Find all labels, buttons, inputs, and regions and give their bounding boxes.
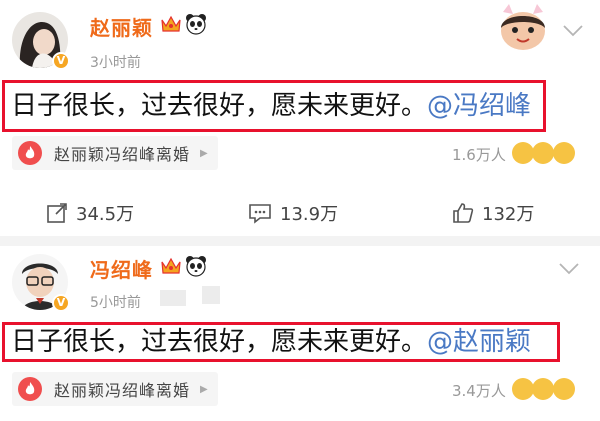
chevron-down-icon[interactable] [558, 262, 580, 276]
blurred-source [202, 286, 220, 304]
post-fengshaofeng: V 冯绍峰 5小时前 日子很长，过去很好，愿未来更好。@赵丽颖 赵丽颖冯绍峰离婚… [0, 246, 600, 421]
blurred-source [160, 290, 186, 306]
reaction-count: 1.6万人 [452, 146, 506, 164]
reaction-count: 3.4万人 [452, 382, 506, 400]
topic-chip[interactable]: 赵丽颖冯绍峰离婚 ▶ [12, 136, 218, 170]
post-text: 日子很长，过去很好，愿未来更好。 [11, 327, 428, 357]
topic-chip[interactable]: 赵丽颖冯绍峰离婚 ▶ [12, 372, 218, 406]
post-time: 5小时前 [90, 295, 141, 311]
verified-icon: V [52, 52, 70, 70]
verified-icon: V [52, 294, 70, 312]
mention-link[interactable]: @赵丽颖 [427, 327, 531, 357]
like-icon [453, 203, 474, 223]
panda-icon [186, 256, 206, 277]
post-divider [0, 236, 600, 246]
post-content-highlighted: 日子很长，过去很好，愿未来更好。@冯绍峰 [2, 80, 546, 132]
chevron-right-icon: ▶ [200, 383, 208, 395]
chevron-right-icon: ▶ [200, 147, 208, 159]
repost-icon [47, 203, 67, 223]
surprise-emoji-icon [553, 378, 575, 400]
comment-icon [249, 204, 271, 224]
like-count: 132万 [482, 204, 535, 225]
post-time: 3小时前 [90, 55, 141, 71]
crown-icon [161, 257, 181, 274]
comment-count: 13.9万 [280, 204, 339, 225]
laugh-emoji-icon [512, 142, 534, 164]
laugh-emoji-icon [512, 378, 534, 400]
surprise-emoji-icon [553, 142, 575, 164]
topic-label: 赵丽颖冯绍峰离婚 [54, 145, 191, 164]
post-content-highlighted: 日子很长，过去很好，愿未来更好。@赵丽颖 [2, 322, 560, 362]
topic-label: 赵丽颖冯绍峰离婚 [54, 381, 191, 400]
grin-emoji-icon [532, 142, 554, 164]
fire-icon [18, 377, 42, 401]
author-name[interactable]: 冯绍峰 [90, 254, 153, 283]
like-button[interactable]: 132万 [452, 200, 534, 226]
panda-icon [186, 14, 206, 35]
grin-emoji-icon [532, 378, 554, 400]
comment-button[interactable]: 13.9万 [248, 200, 338, 226]
repost-count: 34.5万 [76, 204, 135, 225]
fire-icon [18, 141, 42, 165]
repost-button[interactable]: 34.5万 [46, 200, 134, 226]
chevron-down-icon[interactable] [562, 24, 584, 38]
mention-link[interactable]: @冯绍峰 [427, 91, 531, 121]
post-zhaoliying: V 赵丽颖 3小时前 日子很长，过去很好，愿未来更好。@冯绍峰 赵丽颖冯绍峰离婚… [0, 0, 600, 236]
crown-icon [161, 15, 181, 32]
post-text: 日子很长，过去很好，愿未来更好。 [11, 91, 428, 121]
author-name[interactable]: 赵丽颖 [90, 12, 153, 41]
sticker-avatar [493, 4, 553, 50]
